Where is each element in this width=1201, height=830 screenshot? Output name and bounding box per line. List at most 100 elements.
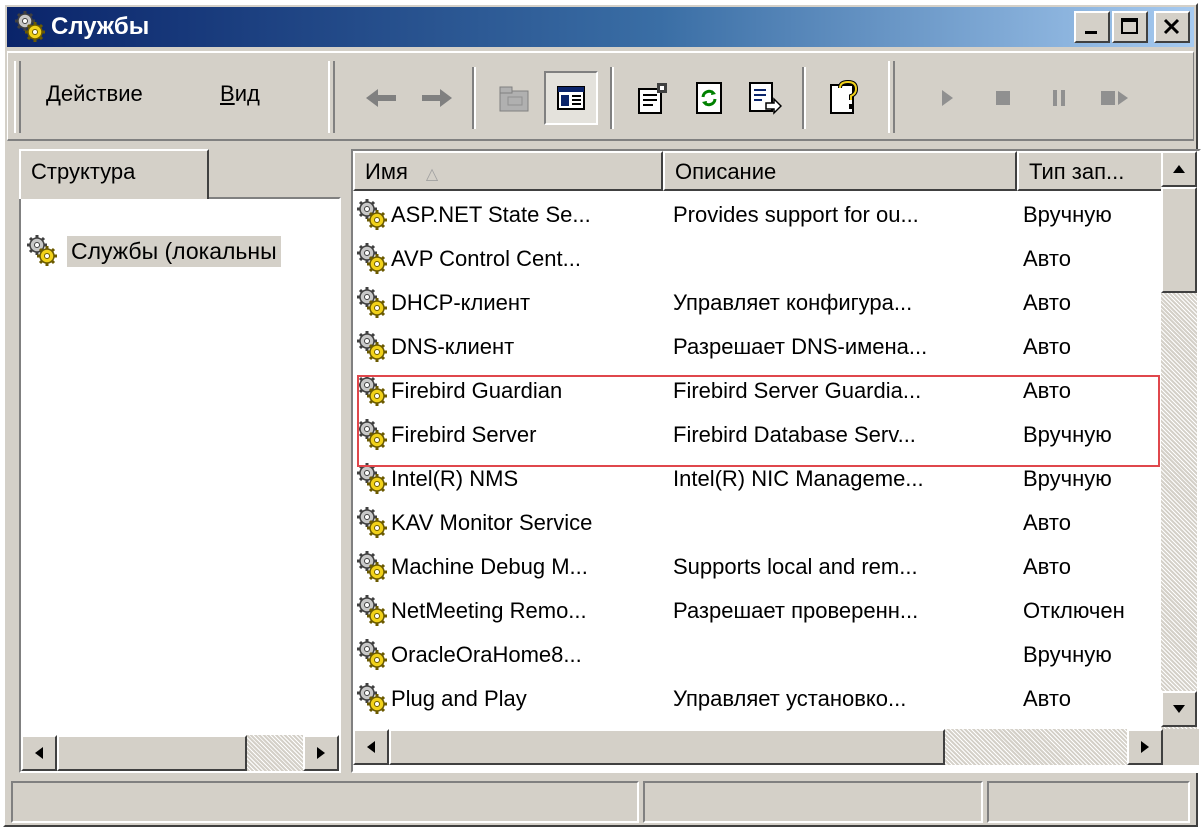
column-header-description[interactable]: Описание	[663, 151, 1017, 191]
service-gear-icon	[355, 594, 389, 628]
stop-service-button[interactable]	[976, 71, 1030, 125]
list-item[interactable]: NetMeeting Remo... Разрешает проверенн...…	[355, 589, 1163, 633]
list-item[interactable]: Intel(R) NMS Intel(R) NIC Manageme... Вруч…	[355, 457, 1163, 501]
list-item[interactable]: OracleOraHome8... Вручную	[355, 633, 1163, 677]
maximize-button[interactable]	[1112, 11, 1148, 43]
show-hide-tree-button[interactable]	[544, 71, 598, 125]
service-startup-type: Авто	[1023, 554, 1071, 579]
restart-service-button[interactable]	[1088, 71, 1142, 125]
toolbar: Действие Вид	[7, 51, 1194, 141]
scroll-thumb[interactable]	[389, 729, 945, 765]
service-startup-type: Отключен	[1023, 598, 1125, 623]
services-gear-icon	[13, 10, 47, 44]
scroll-thumb[interactable]	[57, 735, 247, 771]
scroll-right-button[interactable]	[1127, 729, 1163, 765]
service-startup-type: Авто	[1023, 246, 1071, 271]
help-button[interactable]	[818, 71, 872, 125]
tab-structure[interactable]: Структура	[19, 149, 209, 199]
list-item[interactable]: DNS-клиент Разрешает DNS-имена... Авто	[355, 325, 1163, 369]
list-item[interactable]: ASP.NET State Se... Provides support for …	[355, 193, 1163, 237]
up-folder-icon	[499, 86, 529, 112]
export-list-button[interactable]	[738, 71, 792, 125]
service-gear-icon	[355, 242, 389, 276]
forward-button[interactable]	[410, 71, 464, 125]
service-name: DNS-клиент	[391, 334, 515, 359]
service-name: KAV Monitor Service	[391, 510, 593, 535]
tree-horizontal-scrollbar[interactable]	[21, 735, 339, 771]
services-list-pane: Имя △ Описание Тип зап... ASP.NET State S…	[351, 149, 1201, 773]
list-item[interactable]: DHCP-клиент Управляет конфигура... Авто	[355, 281, 1163, 325]
scroll-right-button[interactable]	[303, 735, 339, 771]
window-title: Службы	[51, 13, 150, 40]
refresh-button[interactable]	[682, 71, 736, 125]
start-service-button[interactable]	[920, 71, 974, 125]
list-item[interactable]: Machine Debug M... Supports local and rem…	[355, 545, 1163, 589]
service-gear-icon	[355, 462, 389, 496]
list-item[interactable]: Firebird Server Firebird Database Serv...…	[355, 413, 1163, 457]
scroll-left-button[interactable]	[353, 729, 389, 765]
scroll-up-button[interactable]	[1161, 151, 1197, 187]
stop-service-icon	[996, 91, 1010, 105]
service-startup-type: Вручную	[1023, 642, 1112, 667]
service-description: Intel(R) NIC Manageme...	[673, 466, 924, 491]
service-name: NetMeeting Remo...	[391, 598, 587, 623]
tree-pane: Службы (локальны	[19, 197, 341, 773]
forward-arrow-icon	[422, 89, 452, 107]
list-item[interactable]: Firebird Guardian Firebird Server Guardia…	[355, 369, 1163, 413]
title-bar[interactable]: Службы	[7, 7, 1194, 47]
back-button[interactable]	[354, 71, 408, 125]
service-gear-icon	[355, 418, 389, 452]
service-gear-icon	[355, 682, 389, 716]
menu-view[interactable]: Вид	[220, 81, 260, 107]
list-item[interactable]: AVP Control Cent... Авто	[355, 237, 1163, 281]
service-startup-type: Авто	[1023, 510, 1071, 535]
arrow-right-icon	[317, 747, 325, 759]
properties-icon	[638, 83, 667, 114]
toolbar-grip[interactable]	[888, 61, 895, 133]
service-description: Разрешает DNS-имена...	[673, 334, 928, 359]
scroll-left-button[interactable]	[21, 735, 57, 771]
export-list-icon	[749, 82, 782, 115]
toolbar-grip[interactable]	[328, 61, 335, 133]
maximize-icon	[1121, 18, 1138, 34]
minimize-icon	[1085, 31, 1097, 34]
up-level-button[interactable]	[488, 71, 542, 125]
close-button[interactable]	[1154, 11, 1190, 43]
menu-action[interactable]: Действие	[46, 81, 143, 107]
service-name: OracleOraHome8...	[391, 642, 582, 667]
list-item[interactable]: Plug and Play Управляет установко... Авто	[355, 677, 1163, 721]
service-gear-icon	[355, 550, 389, 584]
list-vertical-scrollbar[interactable]	[1161, 151, 1197, 729]
service-gear-icon	[355, 286, 389, 320]
close-icon	[1163, 18, 1180, 35]
minimize-button[interactable]	[1074, 11, 1110, 43]
column-header-startup-type[interactable]: Тип зап...	[1017, 151, 1165, 191]
tree-node-label: Службы (локальны	[67, 235, 281, 267]
service-description: Provides support for ou...	[673, 202, 919, 227]
scroll-corner	[1163, 729, 1199, 765]
status-panel-main	[11, 781, 639, 823]
menu-grip[interactable]	[14, 61, 21, 133]
column-header-name[interactable]: Имя △	[353, 151, 663, 191]
list-horizontal-scrollbar[interactable]	[353, 729, 1199, 765]
toolbar-separator	[472, 67, 476, 129]
services-window: Службы Действие Вид Структура Службы (ло…	[3, 3, 1201, 827]
service-gear-icon	[355, 638, 389, 672]
pause-service-button[interactable]	[1032, 71, 1086, 125]
start-service-icon	[942, 90, 953, 106]
status-bar	[11, 781, 1190, 823]
sort-ascending-icon: △	[425, 166, 439, 183]
scroll-down-button[interactable]	[1161, 691, 1197, 727]
service-name: DHCP-клиент	[391, 290, 531, 315]
list-item[interactable]: KAV Monitor Service Авто	[355, 501, 1163, 545]
arrow-left-icon	[367, 741, 375, 753]
properties-button[interactable]	[626, 71, 680, 125]
arrow-right-icon	[1141, 741, 1149, 753]
back-arrow-icon	[366, 89, 396, 107]
service-startup-type: Вручную	[1023, 202, 1112, 227]
tree-node-services-local[interactable]: Службы (локальны	[25, 231, 339, 271]
scroll-thumb[interactable]	[1161, 187, 1197, 293]
arrow-up-icon	[1173, 165, 1185, 173]
pause-service-icon	[1053, 90, 1065, 106]
service-startup-type: Авто	[1023, 378, 1071, 403]
